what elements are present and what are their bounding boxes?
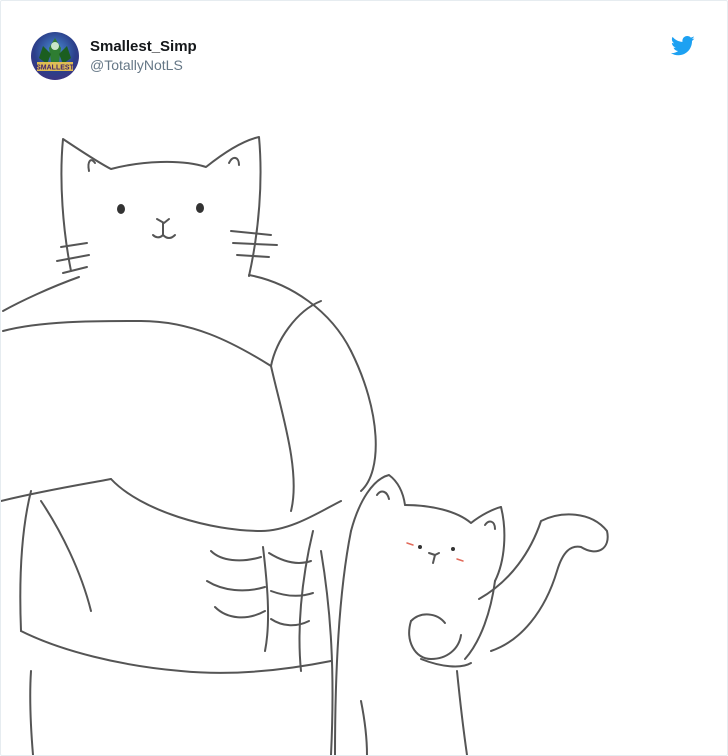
author-names: Smallest_Simp @TotallyNotLS <box>90 37 197 75</box>
small-cat <box>334 474 609 755</box>
avatar-text: SMALLEST <box>36 65 74 72</box>
tweet-header: SMALLEST Smallest_Simp @TotallyNotLS <box>31 31 197 81</box>
tweet-image[interactable] <box>1 111 727 755</box>
muscular-cat <box>1 136 377 755</box>
user-handle[interactable]: @TotallyNotLS <box>90 56 197 75</box>
avatar-art: SMALLEST <box>36 38 75 72</box>
display-name[interactable]: Smallest_Simp <box>90 37 197 56</box>
avatar[interactable]: SMALLEST <box>31 32 79 80</box>
tweet-card: SMALLEST Smallest_Simp @TotallyNotLS <box>0 0 728 756</box>
twitter-bird-icon[interactable] <box>670 36 695 56</box>
